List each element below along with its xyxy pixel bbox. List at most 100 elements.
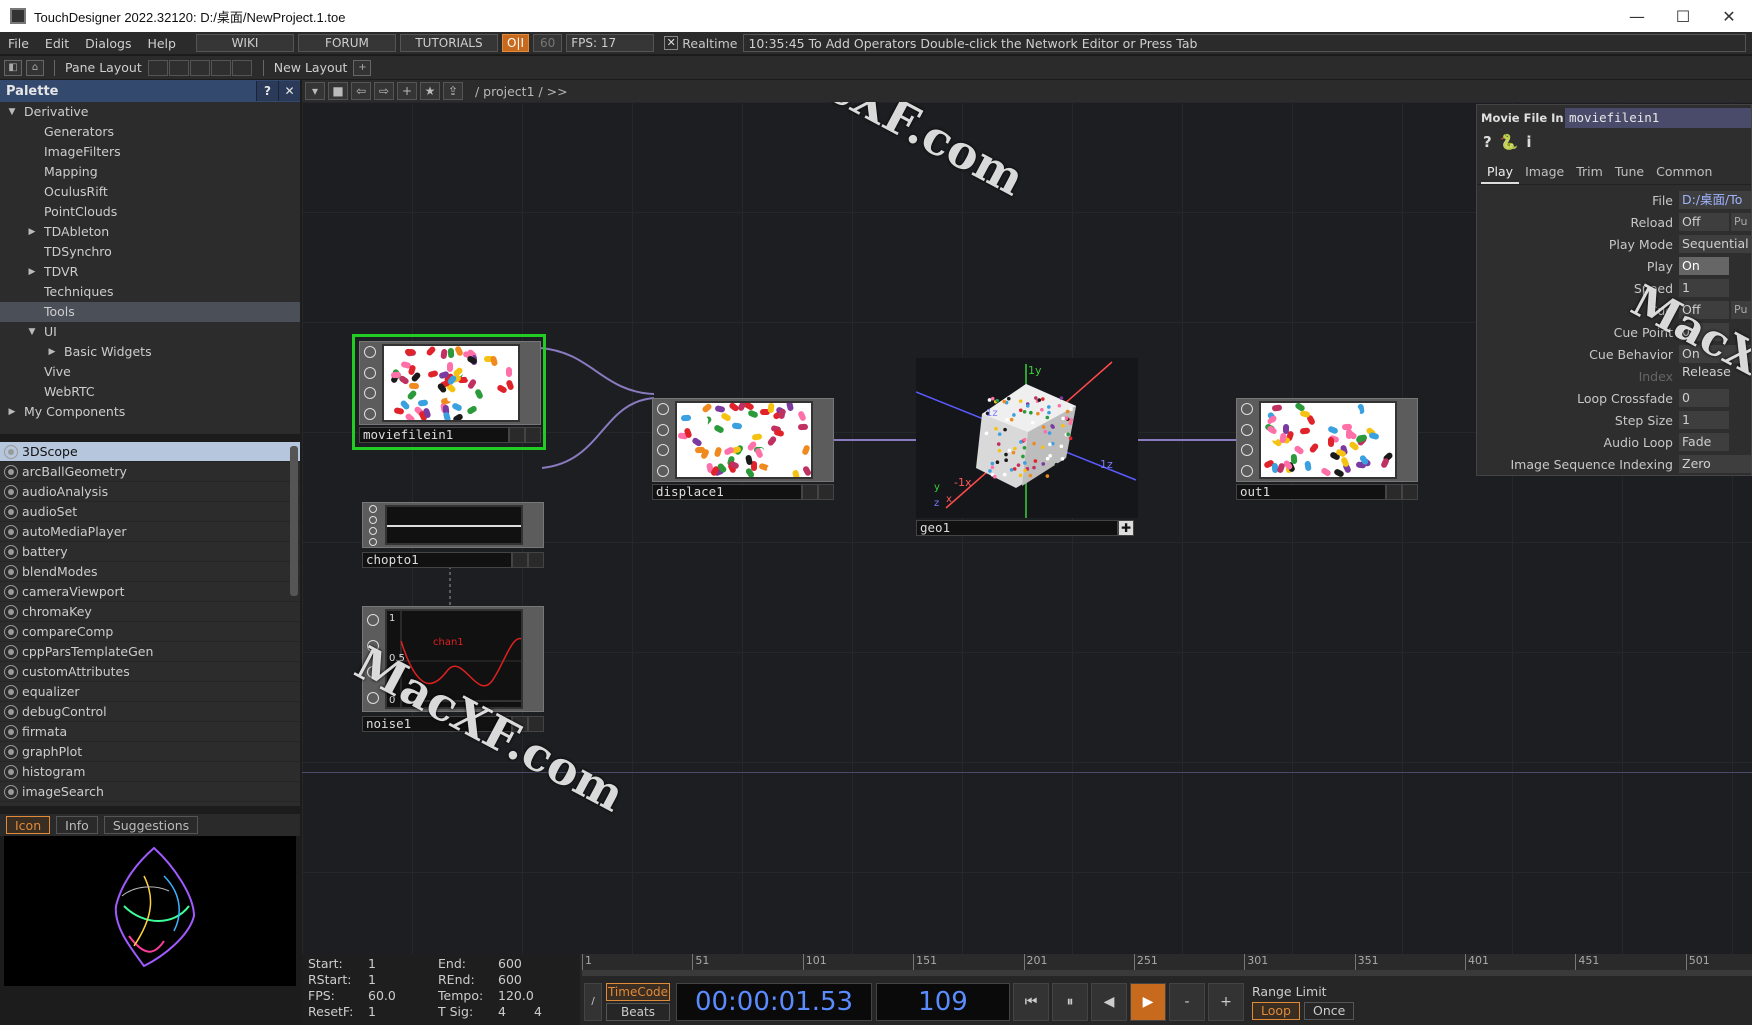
expand-arrow-icon[interactable]: ▶ [26, 262, 38, 282]
component-item[interactable]: blendModes [0, 562, 300, 582]
node-name[interactable]: out1 [1236, 484, 1386, 500]
component-item[interactable]: audioSet [0, 502, 300, 522]
timeline-ruler[interactable]: 1 51 101 151 201 251 301 351 401 451 501 [582, 954, 1752, 970]
param-value-field[interactable]: D:/桌面/To [1679, 191, 1751, 209]
step-back-icon[interactable]: ◀ [1091, 982, 1127, 1021]
param-value-field[interactable]: 1 [1679, 411, 1729, 429]
component-item[interactable]: autoMediaPlayer [0, 522, 300, 542]
layout-triple-icon[interactable] [210, 59, 231, 76]
component-item[interactable]: 3DScope [0, 442, 300, 462]
component-item[interactable]: imageSearch [0, 782, 300, 802]
component-item[interactable]: compareComp [0, 622, 300, 642]
node-moviefilein1[interactable]: moviefilein1 [352, 334, 546, 450]
pause-icon[interactable]: ⏸ [1052, 982, 1088, 1021]
node-name[interactable]: noise1 [362, 716, 512, 732]
node-flags[interactable] [653, 399, 673, 481]
tab-trim[interactable]: Trim [1570, 160, 1609, 184]
menu-help[interactable]: Help [139, 36, 184, 51]
play-icon[interactable]: ▶ [1130, 982, 1166, 1021]
component-item[interactable]: graphPlot [0, 742, 300, 762]
stop-icon[interactable]: ■ [328, 82, 348, 100]
node-flags[interactable] [1237, 399, 1257, 481]
add-icon[interactable] [528, 552, 544, 568]
expand-arrow-icon[interactable]: ▶ [26, 222, 38, 242]
param-value-field[interactable]: Off [1679, 213, 1729, 231]
viewer-toggle-icon[interactable] [512, 552, 528, 568]
tab-suggestions[interactable]: Suggestions [103, 816, 199, 834]
once-button[interactable]: Once [1303, 1001, 1355, 1020]
layout-quad-icon[interactable] [231, 59, 252, 76]
rstart-value[interactable]: 1 [368, 972, 376, 988]
param-value-field[interactable]: Fade [1679, 433, 1729, 451]
tab-image[interactable]: Image [1519, 160, 1570, 184]
expand-arrow-icon[interactable]: ▼ [26, 322, 38, 342]
node-out1[interactable]: out1 [1236, 398, 1420, 502]
node-name[interactable]: displace1 [652, 484, 802, 500]
tree-item-mapping[interactable]: Mapping [0, 162, 300, 182]
node-chopto1[interactable]: chopto1 [362, 502, 546, 570]
param-value-field[interactable]: 0 [1679, 323, 1729, 341]
start-value[interactable]: 1 [368, 956, 376, 972]
wiki-button[interactable]: WIKI [195, 34, 294, 52]
node-noise1[interactable]: 1 0.5 0 chan1 noise1 [362, 606, 546, 736]
python-help-icon[interactable]: 🐍 [1500, 133, 1519, 151]
param-value-field[interactable]: Zero Based [1679, 455, 1751, 475]
node-name[interactable]: geo1 [916, 520, 1118, 536]
tab-tune[interactable]: Tune [1609, 160, 1650, 184]
tree-item-tdvr[interactable]: ▶ TDVR [0, 262, 300, 282]
tree-item-my-components[interactable]: ▶ My Components [0, 402, 300, 422]
maximize-icon[interactable]: ☐ [1660, 0, 1706, 32]
rewind-icon[interactable]: ⏮ [1013, 982, 1049, 1021]
expand-arrow-icon[interactable]: ▶ [46, 342, 58, 362]
menu-dialogs[interactable]: Dialogs [77, 36, 139, 51]
tree-item-ui[interactable]: ▼ UI [0, 322, 300, 342]
tree-item-generators[interactable]: Generators [0, 122, 300, 142]
plus-icon[interactable]: + [1208, 982, 1244, 1021]
realtime-checkbox[interactable]: ✕ [664, 36, 679, 50]
node-flags[interactable] [363, 503, 383, 547]
tree-item-imagefilters[interactable]: ImageFilters [0, 142, 300, 162]
layout-split-h-icon[interactable] [189, 59, 210, 76]
expand-arrow-icon[interactable]: ▶ [6, 402, 18, 422]
viewer-toggle-icon[interactable] [802, 484, 818, 500]
component-item[interactable]: customAttributes [0, 662, 300, 682]
component-item[interactable]: cameraViewport [0, 582, 300, 602]
component-item[interactable]: equalizer [0, 682, 300, 702]
param-value-field[interactable]: Sequential [1679, 235, 1751, 253]
tree-item-webrtc[interactable]: WebRTC [0, 382, 300, 402]
add-layout-icon[interactable]: + [353, 59, 372, 76]
up-icon[interactable]: ⇪ [443, 82, 463, 100]
node-name[interactable]: moviefilein1 [359, 427, 509, 443]
frame-display[interactable]: 109 [876, 982, 1010, 1021]
bookmark-icon[interactable]: ★ [420, 82, 440, 100]
expand-arrow-icon[interactable]: ▼ [6, 102, 18, 122]
menu-dropdown-icon[interactable]: ▾ [305, 82, 325, 100]
param-value-field[interactable]: Off [1679, 301, 1729, 319]
tempo-value[interactable]: 120.0 [498, 988, 534, 1004]
rend-value[interactable]: 600 [498, 972, 522, 988]
viewer-toggle-icon[interactable] [512, 716, 528, 732]
beats-button[interactable]: Beats [606, 1002, 670, 1021]
menu-edit[interactable]: Edit [37, 36, 77, 51]
node-flags[interactable] [360, 342, 380, 424]
end-value[interactable]: 600 [498, 956, 522, 972]
component-item[interactable]: battery [0, 542, 300, 562]
tutorials-button[interactable]: TUTORIALS [399, 34, 498, 52]
forum-button[interactable]: FORUM [297, 34, 396, 52]
param-value-field[interactable]: 1 [1679, 279, 1729, 297]
timecode-display[interactable]: 00:00:01.53 [676, 982, 872, 1021]
param-value-field[interactable] [1679, 367, 1729, 385]
tab-info[interactable]: Info [56, 816, 98, 834]
fps-value[interactable]: 60.0 [368, 988, 396, 1004]
add-icon[interactable] [818, 484, 834, 500]
tree-item-tools[interactable]: Tools [0, 302, 300, 322]
param-value-field[interactable]: On Release [1679, 345, 1751, 379]
component-item[interactable]: debugControl [0, 702, 300, 722]
tree-item-vive[interactable]: Vive [0, 362, 300, 382]
node-displace1[interactable]: displace1 [652, 398, 836, 502]
component-item[interactable]: audioAnalysis [0, 482, 300, 502]
home-icon[interactable]: ⌂ [26, 59, 44, 76]
operator-name-field[interactable]: moviefilein1 [1565, 108, 1751, 128]
help-icon[interactable]: ? [1483, 133, 1492, 151]
param-value-field[interactable]: 0 [1679, 389, 1729, 407]
